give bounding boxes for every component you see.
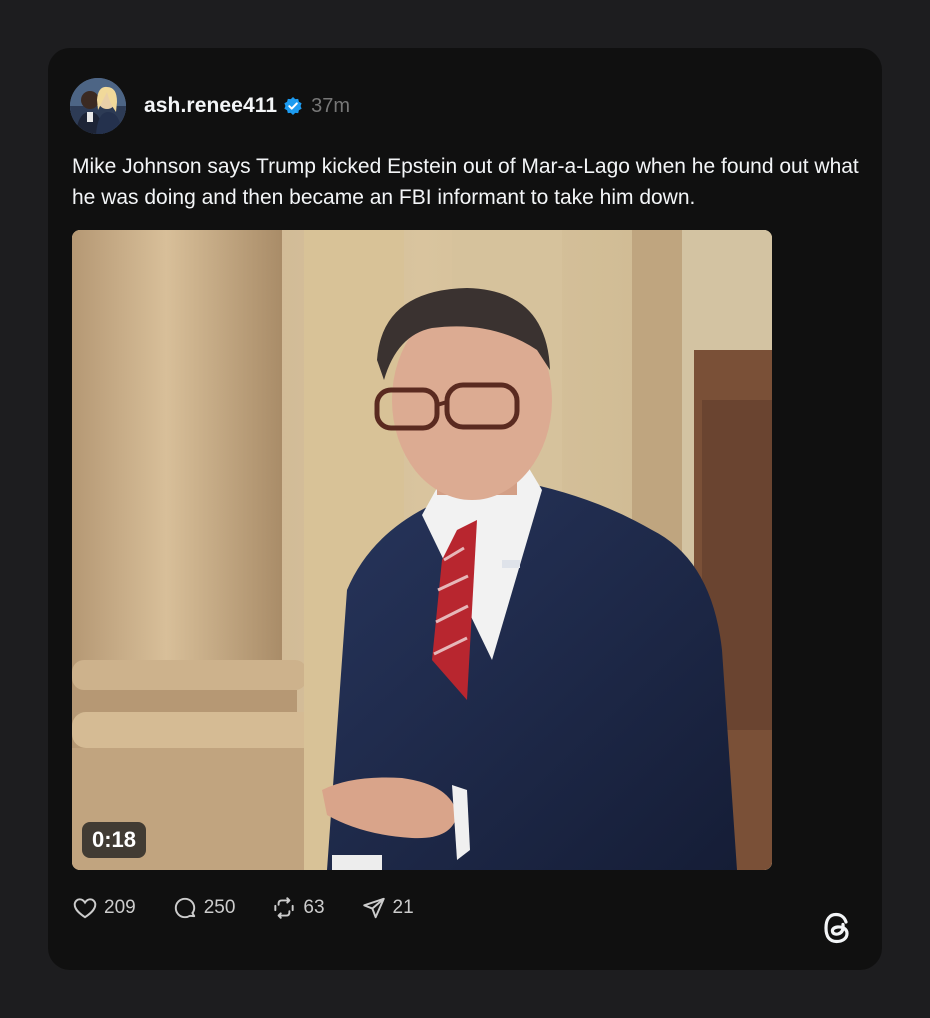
reply-count: 250	[203, 897, 236, 918]
avatar[interactable]	[70, 78, 126, 134]
post-actions: 209 250 63 21	[72, 892, 450, 924]
repost-button[interactable]: 63	[271, 895, 325, 921]
share-count: 21	[392, 897, 414, 918]
post-header: ash.renee411 37m	[70, 78, 350, 134]
reply-button[interactable]: 250	[172, 895, 236, 921]
verified-badge-icon	[283, 96, 303, 116]
username[interactable]: ash.renee411	[144, 94, 277, 118]
post-card: ash.renee411 37m Mike Johnson says Trump…	[48, 48, 882, 970]
avatar-image	[70, 78, 126, 134]
like-count: 209	[104, 897, 136, 918]
like-button[interactable]: 209	[72, 895, 136, 921]
threads-logo-icon	[820, 908, 856, 948]
heart-icon	[73, 898, 97, 919]
video-player[interactable]: 0:18	[72, 230, 772, 870]
repost-icon	[274, 897, 295, 919]
comment-icon	[174, 897, 195, 919]
share-button[interactable]: 21	[361, 895, 414, 921]
send-icon	[362, 897, 385, 919]
repost-count: 63	[303, 897, 325, 918]
post-text: Mike Johnson says Trump kicked Epstein o…	[72, 155, 859, 209]
post-timestamp: 37m	[311, 94, 351, 117]
video-duration: 0:18	[82, 822, 147, 858]
video-thumbnail	[72, 230, 772, 870]
